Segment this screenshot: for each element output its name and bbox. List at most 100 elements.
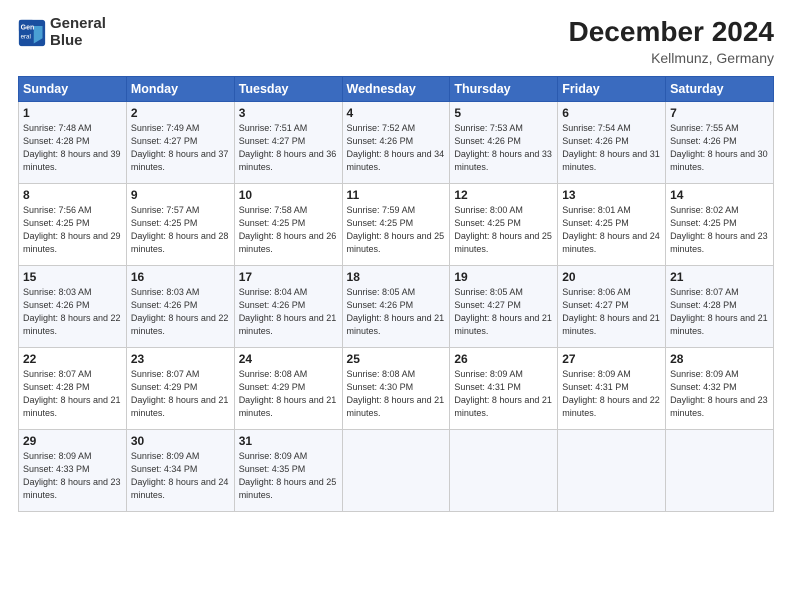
- calendar-cell: 1Sunrise: 7:48 AM Sunset: 4:28 PM Daylig…: [19, 102, 127, 184]
- day-info: Sunrise: 7:51 AM Sunset: 4:27 PM Dayligh…: [239, 122, 338, 174]
- calendar-cell: 2 Sunrise: 7:49 AM Sunset: 4:27 PM Daylig…: [126, 102, 234, 184]
- day-number: 6: [562, 106, 661, 120]
- day-number: 26: [454, 352, 553, 366]
- day-number: 5: [454, 106, 553, 120]
- day-info: Sunrise: 8:02 AM Sunset: 4:25 PM Dayligh…: [670, 204, 769, 256]
- calendar-cell: 31 Sunrise: 8:09 AM Sunset: 4:35 PM Dayli…: [234, 430, 342, 512]
- page: Gen eral General Blue December 2024 Kell…: [0, 0, 792, 612]
- calendar-cell: 11 Sunrise: 7:59 AM Sunset: 4:25 PM Dayli…: [342, 184, 450, 266]
- day-info: Sunrise: 8:09 AM Sunset: 4:33 PM Dayligh…: [23, 450, 122, 502]
- day-number: 13: [562, 188, 661, 202]
- day-info: Sunrise: 8:03 AM Sunset: 4:26 PM Dayligh…: [23, 286, 122, 338]
- calendar-cell: 23Sunrise: 8:07 AM Sunset: 4:29 PM Dayli…: [126, 348, 234, 430]
- calendar-cell: 17 Sunrise: 8:04 AM Sunset: 4:26 PM Dayli…: [234, 266, 342, 348]
- week-row-5: 29 Sunrise: 8:09 AM Sunset: 4:33 PM Dayli…: [19, 430, 774, 512]
- day-info: Sunrise: 8:01 AM Sunset: 4:25 PM Dayligh…: [562, 204, 661, 256]
- calendar-cell: 16Sunrise: 8:03 AM Sunset: 4:26 PM Dayli…: [126, 266, 234, 348]
- calendar-cell: 6Sunrise: 7:54 AM Sunset: 4:26 PM Daylig…: [558, 102, 666, 184]
- day-info: Sunrise: 7:56 AM Sunset: 4:25 PM Dayligh…: [23, 204, 122, 256]
- day-number: 28: [670, 352, 769, 366]
- logo-icon: Gen eral: [18, 19, 46, 47]
- calendar-cell: 26Sunrise: 8:09 AM Sunset: 4:31 PM Dayli…: [450, 348, 558, 430]
- day-number: 3: [239, 106, 338, 120]
- day-number: 12: [454, 188, 553, 202]
- day-info: Sunrise: 7:52 AM Sunset: 4:26 PM Dayligh…: [347, 122, 446, 174]
- day-number: 11: [347, 188, 446, 202]
- calendar-cell: 25Sunrise: 8:08 AM Sunset: 4:30 PM Dayli…: [342, 348, 450, 430]
- calendar-cell: 28 Sunrise: 8:09 AM Sunset: 4:32 PM Dayli…: [666, 348, 774, 430]
- calendar-cell: 22 Sunrise: 8:07 AM Sunset: 4:28 PM Dayli…: [19, 348, 127, 430]
- calendar-cell: 24 Sunrise: 8:08 AM Sunset: 4:29 PM Dayli…: [234, 348, 342, 430]
- day-number: 27: [562, 352, 661, 366]
- day-info: Sunrise: 8:07 AM Sunset: 4:28 PM Dayligh…: [23, 368, 122, 420]
- day-info: Sunrise: 8:00 AM Sunset: 4:25 PM Dayligh…: [454, 204, 553, 256]
- calendar-cell: 30Sunrise: 8:09 AM Sunset: 4:34 PM Dayli…: [126, 430, 234, 512]
- month-title: December 2024: [569, 16, 774, 48]
- calendar-cell: 18Sunrise: 8:05 AM Sunset: 4:26 PM Dayli…: [342, 266, 450, 348]
- logo-line1: General: [50, 16, 106, 33]
- week-row-2: 8 Sunrise: 7:56 AM Sunset: 4:25 PM Daylig…: [19, 184, 774, 266]
- day-info: Sunrise: 8:09 AM Sunset: 4:32 PM Dayligh…: [670, 368, 769, 420]
- calendar-cell: 4 Sunrise: 7:52 AM Sunset: 4:26 PM Daylig…: [342, 102, 450, 184]
- calendar-cell: [450, 430, 558, 512]
- col-header-friday: Friday: [558, 77, 666, 102]
- calendar-table: SundayMondayTuesdayWednesdayThursdayFrid…: [18, 76, 774, 512]
- day-number: 20: [562, 270, 661, 284]
- week-row-3: 15Sunrise: 8:03 AM Sunset: 4:26 PM Dayli…: [19, 266, 774, 348]
- header: Gen eral General Blue December 2024 Kell…: [18, 16, 774, 66]
- svg-text:eral: eral: [21, 33, 31, 40]
- title-block: December 2024 Kellmunz, Germany: [569, 16, 774, 66]
- day-number: 9: [131, 188, 230, 202]
- day-info: Sunrise: 8:08 AM Sunset: 4:29 PM Dayligh…: [239, 368, 338, 420]
- day-number: 7: [670, 106, 769, 120]
- day-info: Sunrise: 7:48 AM Sunset: 4:28 PM Dayligh…: [23, 122, 122, 174]
- day-info: Sunrise: 8:04 AM Sunset: 4:26 PM Dayligh…: [239, 286, 338, 338]
- calendar-cell: 20 Sunrise: 8:06 AM Sunset: 4:27 PM Dayli…: [558, 266, 666, 348]
- day-info: Sunrise: 8:08 AM Sunset: 4:30 PM Dayligh…: [347, 368, 446, 420]
- calendar-cell: 27Sunrise: 8:09 AM Sunset: 4:31 PM Dayli…: [558, 348, 666, 430]
- svg-text:Gen: Gen: [21, 24, 35, 31]
- header-row: SundayMondayTuesdayWednesdayThursdayFrid…: [19, 77, 774, 102]
- day-number: 17: [239, 270, 338, 284]
- day-number: 14: [670, 188, 769, 202]
- day-info: Sunrise: 8:05 AM Sunset: 4:27 PM Dayligh…: [454, 286, 553, 338]
- day-number: 23: [131, 352, 230, 366]
- day-info: Sunrise: 8:06 AM Sunset: 4:27 PM Dayligh…: [562, 286, 661, 338]
- day-number: 29: [23, 434, 122, 448]
- day-number: 24: [239, 352, 338, 366]
- day-info: Sunrise: 7:57 AM Sunset: 4:25 PM Dayligh…: [131, 204, 230, 256]
- day-number: 8: [23, 188, 122, 202]
- week-row-1: 1Sunrise: 7:48 AM Sunset: 4:28 PM Daylig…: [19, 102, 774, 184]
- day-number: 10: [239, 188, 338, 202]
- day-info: Sunrise: 7:55 AM Sunset: 4:26 PM Dayligh…: [670, 122, 769, 174]
- col-header-thursday: Thursday: [450, 77, 558, 102]
- calendar-cell: 10 Sunrise: 7:58 AM Sunset: 4:25 PM Dayli…: [234, 184, 342, 266]
- day-info: Sunrise: 7:49 AM Sunset: 4:27 PM Dayligh…: [131, 122, 230, 174]
- location: Kellmunz, Germany: [569, 50, 774, 66]
- calendar-cell: 3 Sunrise: 7:51 AM Sunset: 4:27 PM Daylig…: [234, 102, 342, 184]
- calendar-cell: [666, 430, 774, 512]
- day-number: 2: [131, 106, 230, 120]
- col-header-saturday: Saturday: [666, 77, 774, 102]
- day-info: Sunrise: 7:58 AM Sunset: 4:25 PM Dayligh…: [239, 204, 338, 256]
- calendar-cell: 7 Sunrise: 7:55 AM Sunset: 4:26 PM Daylig…: [666, 102, 774, 184]
- day-number: 4: [347, 106, 446, 120]
- day-info: Sunrise: 7:59 AM Sunset: 4:25 PM Dayligh…: [347, 204, 446, 256]
- day-number: 22: [23, 352, 122, 366]
- calendar-cell: 19 Sunrise: 8:05 AM Sunset: 4:27 PM Dayli…: [450, 266, 558, 348]
- logo-text: General Blue: [50, 16, 106, 49]
- day-info: Sunrise: 8:03 AM Sunset: 4:26 PM Dayligh…: [131, 286, 230, 338]
- calendar-cell: 14 Sunrise: 8:02 AM Sunset: 4:25 PM Dayli…: [666, 184, 774, 266]
- calendar-cell: 29 Sunrise: 8:09 AM Sunset: 4:33 PM Dayli…: [19, 430, 127, 512]
- col-header-sunday: Sunday: [19, 77, 127, 102]
- day-number: 21: [670, 270, 769, 284]
- calendar-cell: 15Sunrise: 8:03 AM Sunset: 4:26 PM Dayli…: [19, 266, 127, 348]
- day-info: Sunrise: 8:09 AM Sunset: 4:35 PM Dayligh…: [239, 450, 338, 502]
- logo-line2: Blue: [50, 33, 106, 50]
- day-number: 19: [454, 270, 553, 284]
- col-header-tuesday: Tuesday: [234, 77, 342, 102]
- day-info: Sunrise: 7:53 AM Sunset: 4:26 PM Dayligh…: [454, 122, 553, 174]
- calendar-cell: 21Sunrise: 8:07 AM Sunset: 4:28 PM Dayli…: [666, 266, 774, 348]
- calendar-cell: 13 Sunrise: 8:01 AM Sunset: 4:25 PM Dayli…: [558, 184, 666, 266]
- day-number: 31: [239, 434, 338, 448]
